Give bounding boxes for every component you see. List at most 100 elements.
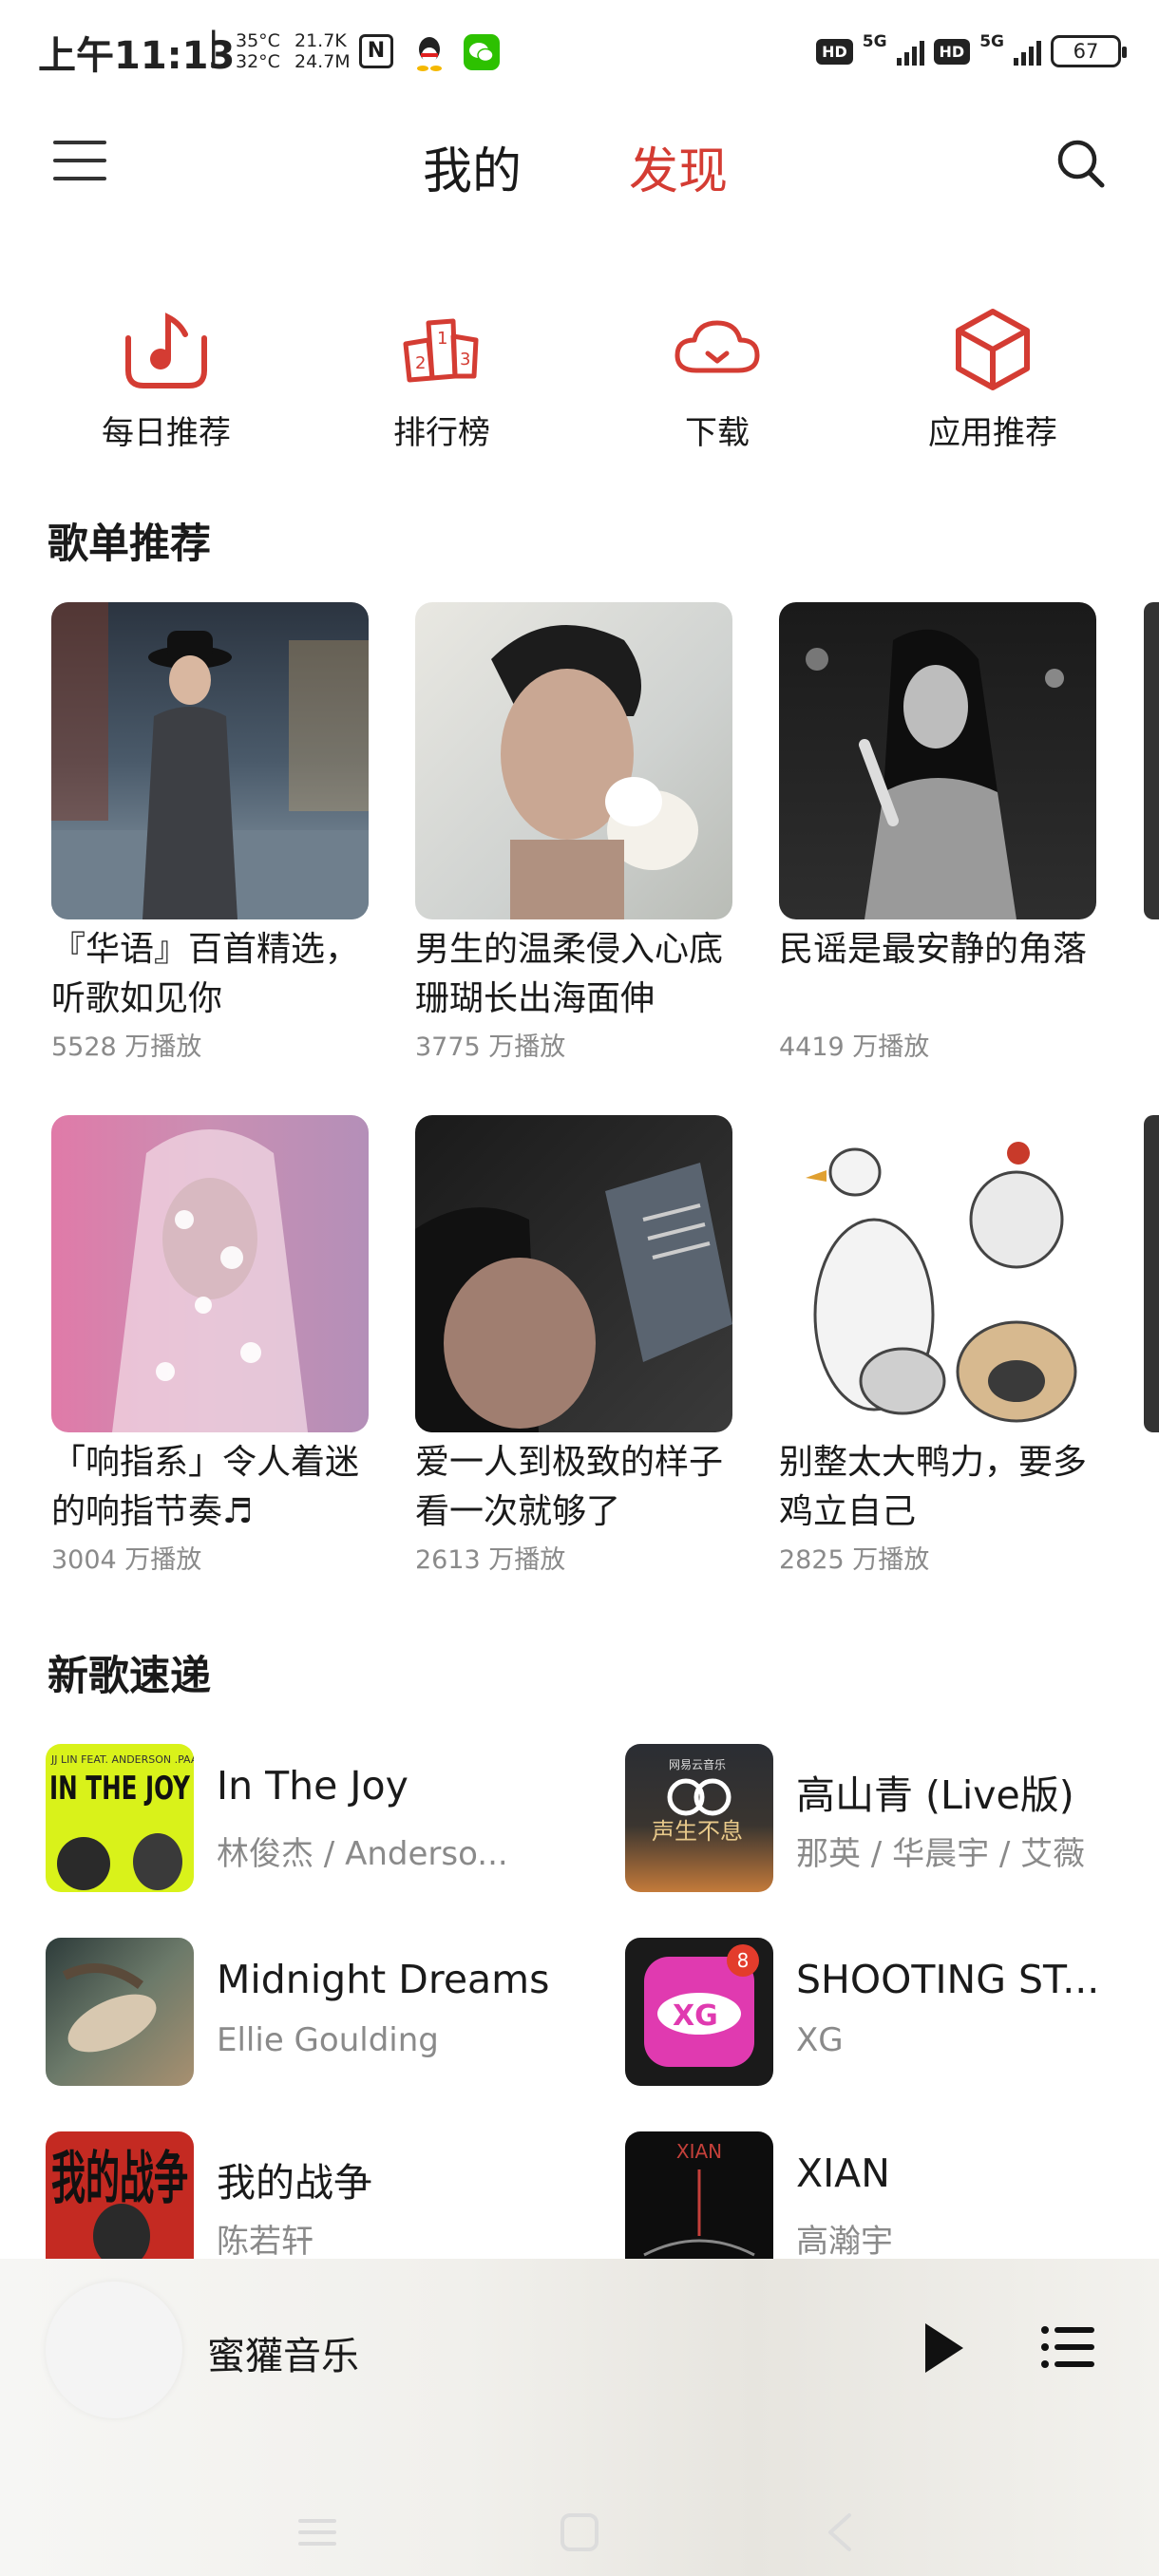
nav-menu-icon[interactable] <box>294 2511 340 2557</box>
playlist-title: 男生的温柔侵入心底 珊瑚长出海面伸 <box>415 930 724 1018</box>
player-disc[interactable] <box>46 2282 182 2418</box>
mini-player[interactable]: 蜜獾音乐 <box>0 2259 1159 2576</box>
song-item[interactable]: Midnight Dreams Ellie Goulding <box>46 1938 597 2090</box>
song-cover <box>46 1938 194 2086</box>
status-time: 上午11:13 <box>38 34 236 78</box>
quick-entry-label: 每日推荐 <box>102 414 231 452</box>
song-artist: 陈若轩 <box>217 2223 314 2261</box>
playlist-card[interactable]: 『华语』百首精选，听歌如见你 5528 万播放 <box>51 602 369 1063</box>
quick-entry-daily[interactable]: 每日推荐 <box>71 302 261 453</box>
song-artist: 高瀚宇 <box>796 2223 893 2261</box>
song-name: 我的战争 <box>217 2160 372 2206</box>
nav-home-icon[interactable] <box>557 2511 602 2557</box>
svg-text:2: 2 <box>415 353 426 373</box>
song-item[interactable]: 网易云音乐 声生不息 高山青 (Live版) 那英 / 华晨宇 / 艾薇 <box>625 1744 1159 1896</box>
song-cover: 我的战争 <box>46 2131 194 2280</box>
signal-icon <box>896 37 924 66</box>
playlist-plays: 4419 万播放 <box>779 1032 930 1062</box>
temp-bottom: 32°C <box>236 51 280 72</box>
network-type: 5G <box>862 32 887 51</box>
cover-title: XIAN <box>676 2140 722 2163</box>
song-name: In The Joy <box>217 1763 408 1809</box>
song-item[interactable]: JJ LIN FEAT. ANDERSON .PAAK IN THE JOY I… <box>46 1744 597 1896</box>
playlist-title: 民谣是最安静的角落 <box>779 930 1088 969</box>
hd-badge: HD <box>933 38 971 65</box>
tab-discover[interactable]: 发现 <box>629 131 728 202</box>
song-artist: Ellie Goulding <box>217 2021 439 2059</box>
daily-music-icon <box>125 313 207 388</box>
playlist-cover <box>779 602 1096 919</box>
cover-caption: JJ LIN FEAT. ANDERSON .PAAK <box>50 1753 194 1766</box>
playlist-title: 别整太大鸭力，要多鸡立自己 <box>779 1443 1088 1531</box>
song-artist: XG <box>796 2021 844 2059</box>
playlist-card[interactable]: 别整太大鸭力，要多鸡立自己 2825 万播放 <box>779 1115 1096 1576</box>
wechat-icon <box>464 34 500 70</box>
playlist-card-peek[interactable] <box>1144 602 1159 919</box>
playlist-plays: 5528 万播放 <box>51 1032 202 1062</box>
playlist-title: 「响指系」令人着迷的响指节奏♬ <box>51 1443 360 1531</box>
qq-icon <box>412 34 446 72</box>
temp-top: 35°C <box>236 30 280 51</box>
song-cover: JJ LIN FEAT. ANDERSON .PAAK IN THE JOY <box>46 1744 194 1892</box>
nfc-icon: N <box>359 34 393 68</box>
status-temperature: 35°C 32°C <box>236 30 280 72</box>
playlist-cover <box>51 1115 369 1432</box>
song-item[interactable]: XG 8 SHOOTING ST... XG <box>625 1938 1159 2090</box>
system-nav-bar <box>0 2496 1159 2576</box>
status-bar: 上午11:13 | 35°C 32°C 21.7K 24.7M N HD 5G … <box>0 0 1159 104</box>
playlist-card[interactable]: 男生的温柔侵入心底 珊瑚长出海面伸 3775 万播放 <box>415 602 732 1063</box>
cover-title: 我的战争 <box>51 2146 188 2212</box>
song-artist: 林俊杰 / Anderso... <box>217 1835 508 1873</box>
playlist-title: 『华语』百首精选，听歌如见你 <box>51 930 360 1018</box>
new-songs-section-title[interactable]: 新歌速递 <box>48 1643 211 1702</box>
playlist-cover <box>51 602 369 919</box>
playlist-card-peek[interactable] <box>1144 1115 1159 1432</box>
svg-text:XG: XG <box>673 1999 718 2033</box>
menu-icon[interactable] <box>53 141 106 184</box>
svg-text:3: 3 <box>460 350 470 369</box>
cover-caption: 网易云音乐 <box>669 1757 726 1771</box>
playlist-cover <box>415 1115 732 1432</box>
quick-entry-download[interactable]: 下载 <box>622 302 812 453</box>
speed-top: 21.7K <box>294 30 347 51</box>
podium-icon: 2 1 3 <box>403 318 479 383</box>
song-name: 高山青 (Live版) <box>796 1772 1074 1818</box>
song-cover: XIAN <box>625 2131 773 2280</box>
notification-badge: 8 <box>737 1949 750 1972</box>
search-icon[interactable] <box>1054 137 1106 190</box>
cloud-download-icon <box>674 320 760 373</box>
quick-entry-label: 下载 <box>685 414 750 452</box>
status-separator: | <box>207 25 220 68</box>
song-cover: XG 8 <box>625 1938 773 2086</box>
playlists-section-title[interactable]: 歌单推荐 <box>48 511 211 570</box>
network-type: 5G <box>979 32 1004 51</box>
quick-entry-apps[interactable]: 应用推荐 <box>898 302 1088 453</box>
status-network-speed: 21.7K 24.7M <box>294 30 351 72</box>
playlist-card[interactable]: 民谣是最安静的角落 4419 万播放 <box>779 602 1096 1063</box>
quick-entry-label: 排行榜 <box>393 414 490 452</box>
song-cover: 网易云音乐 声生不息 <box>625 1744 773 1892</box>
song-name: XIAN <box>796 2150 890 2196</box>
playlist-queue-icon[interactable] <box>1041 2325 1094 2369</box>
quick-entry-label: 应用推荐 <box>928 414 1057 452</box>
playlist-card[interactable]: 「响指系」令人着迷的响指节奏♬ 3004 万播放 <box>51 1115 369 1576</box>
playlist-plays: 3004 万播放 <box>51 1545 202 1575</box>
playlist-plays: 2613 万播放 <box>415 1545 566 1575</box>
nav-back-icon[interactable] <box>819 2511 864 2557</box>
playlist-title: 爱一人到极致的样子看一次就够了 <box>415 1443 724 1531</box>
cover-title: 声生不息 <box>652 1818 743 1845</box>
speed-bottom: 24.7M <box>294 51 351 72</box>
playlist-cover <box>415 602 732 919</box>
song-artist: 那英 / 华晨宇 / 艾薇 <box>796 1835 1086 1873</box>
tab-mine[interactable]: 我的 <box>423 131 522 202</box>
cover-title: IN THE JOY <box>49 1770 190 1808</box>
song-name: Midnight Dreams <box>217 1957 550 2002</box>
player-title[interactable]: 蜜獾音乐 <box>207 2325 359 2380</box>
hd-badge: HD <box>816 38 853 65</box>
playlist-plays: 3775 万播放 <box>415 1032 566 1062</box>
play-icon[interactable] <box>920 2320 967 2377</box>
playlist-card[interactable]: 爱一人到极致的样子看一次就够了 2613 万播放 <box>415 1115 732 1576</box>
battery-icon: 67 <box>1051 35 1127 67</box>
playlist-cover <box>779 1115 1096 1432</box>
quick-entry-charts[interactable]: 2 1 3 排行榜 <box>347 302 537 453</box>
